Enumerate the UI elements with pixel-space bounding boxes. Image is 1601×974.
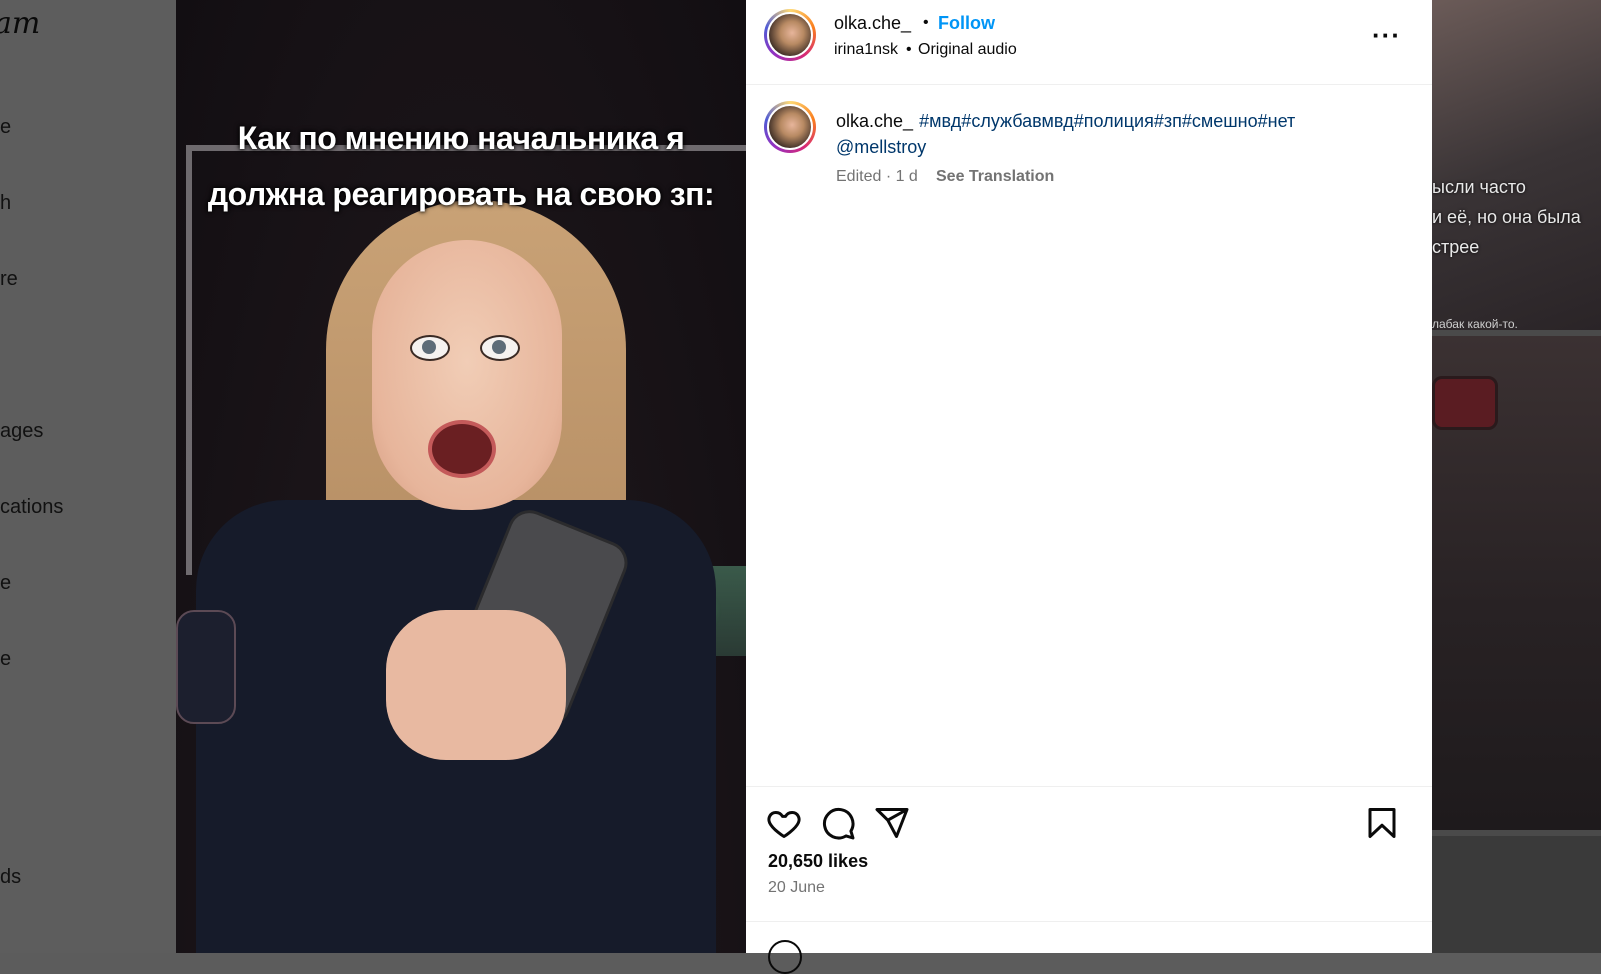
reel-video[interactable]: Как по мнению начальника я должна реагир… bbox=[176, 0, 746, 953]
comment-bar bbox=[746, 921, 1432, 974]
emoji-icon[interactable] bbox=[768, 940, 802, 974]
hands bbox=[386, 610, 566, 760]
video-caption-line-1: Как по мнению начальника я bbox=[237, 120, 685, 156]
sidebar-item-threads[interactable]: ds bbox=[0, 866, 21, 889]
header-separator: • bbox=[923, 14, 929, 31]
adjacent-post-thumb[interactable] bbox=[1432, 336, 1601, 830]
caption-meta: Edited · 1 d bbox=[836, 168, 918, 185]
sunglasses-lens bbox=[1432, 376, 1498, 430]
eye-left bbox=[410, 335, 450, 361]
mouth bbox=[428, 420, 496, 478]
eye-right bbox=[480, 335, 520, 361]
instagram-logo[interactable]: am bbox=[0, 6, 40, 41]
thumb-caption: ысли часто и её, но она была стрее bbox=[1432, 172, 1601, 262]
share-icon[interactable] bbox=[874, 805, 910, 841]
actions-bar: 20,650 likes 20 June bbox=[746, 786, 1432, 922]
video-caption: Как по мнению начальника я должна реагир… bbox=[176, 110, 746, 222]
heart-icon[interactable] bbox=[766, 805, 802, 841]
thumb-caption-line: стрее bbox=[1432, 237, 1480, 257]
author-avatar[interactable] bbox=[764, 9, 816, 61]
see-translation-button[interactable]: See Translation bbox=[936, 168, 1054, 186]
caption-hashtags[interactable]: #мвд#службавмвд#полиция#зп#смешно#нет bbox=[919, 111, 1295, 131]
caption-mention[interactable]: @mellstroy bbox=[836, 134, 1396, 160]
original-audio-link[interactable]: Original audio bbox=[918, 41, 1017, 59]
sidebar-item-home[interactable]: e bbox=[0, 116, 11, 139]
sidebar-item-profile[interactable]: e bbox=[0, 648, 11, 671]
sidebar: am e h re ages cations e e ds bbox=[0, 0, 176, 953]
post-panel: olka.che_ • Follow irina1nsk • Original … bbox=[746, 0, 1432, 974]
police-patch bbox=[176, 610, 236, 724]
more-options-button[interactable]: ··· bbox=[1372, 20, 1401, 51]
likes-count[interactable]: 20,650 likes bbox=[768, 851, 868, 872]
sidebar-item-explore[interactable]: re bbox=[0, 268, 18, 291]
caption-username[interactable]: olka.che_ bbox=[836, 111, 913, 131]
adjacent-post-thumb[interactable]: ысли часто и её, но она была стрее лабак… bbox=[1432, 0, 1601, 330]
sidebar-item-create[interactable]: e bbox=[0, 572, 11, 595]
sidebar-item-messages[interactable]: ages bbox=[0, 420, 43, 443]
post-caption: olka.che_ #мвд#службавмвд#полиция#зп#смеш… bbox=[836, 108, 1396, 160]
audio-username[interactable]: irina1nsk bbox=[834, 41, 898, 59]
comment-icon[interactable] bbox=[820, 805, 856, 841]
thumb-caption-line: ысли часто bbox=[1432, 177, 1526, 197]
follow-button[interactable]: Follow bbox=[938, 13, 995, 34]
sidebar-item-notifications[interactable]: cations bbox=[0, 496, 63, 519]
post-header: olka.che_ • Follow irina1nsk • Original … bbox=[746, 0, 1432, 85]
sidebar-item-search[interactable]: h bbox=[0, 192, 11, 215]
caption-avatar[interactable] bbox=[764, 101, 816, 153]
audio-separator: • bbox=[906, 41, 912, 58]
post-date[interactable]: 20 June bbox=[768, 879, 825, 897]
bookmark-icon[interactable] bbox=[1364, 805, 1400, 841]
adjacent-posts: ысли часто и её, но она была стрее лабак… bbox=[1432, 0, 1601, 953]
thumb-caption-line: и её, но она была bbox=[1432, 207, 1581, 227]
adjacent-post-thumb[interactable] bbox=[1432, 836, 1601, 953]
author-username[interactable]: olka.che_ bbox=[834, 13, 911, 34]
thumb-small-text: лабак какой-то. bbox=[1432, 317, 1518, 330]
video-caption-line-2: должна реагировать на свою зп: bbox=[207, 176, 715, 212]
